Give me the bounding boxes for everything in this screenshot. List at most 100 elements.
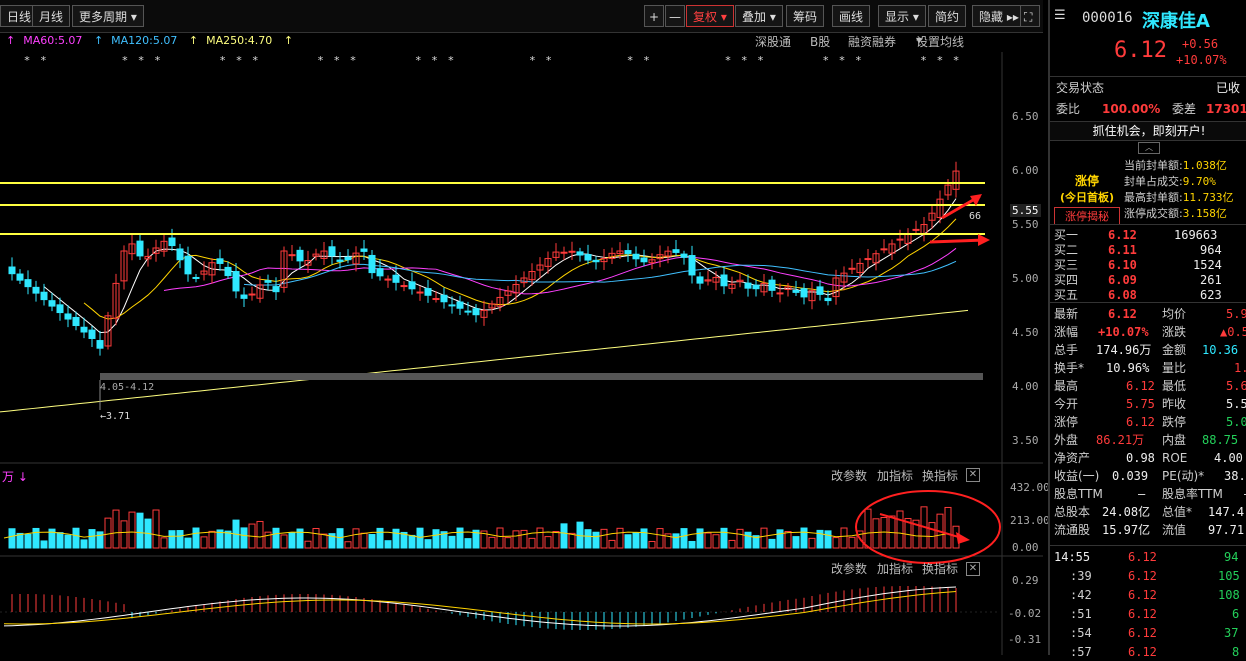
dea-line [3,591,957,625]
limit-up-stat-row: 封单占成交:9.70% [1124,174,1233,190]
candle-body [744,282,752,289]
limit-up-stat-row: 当前封单额:1.038亿 [1124,158,1233,174]
volume-bar [352,528,360,549]
kline-chart[interactable]: * * * * * * * * * * * * * * * * * * * * * * * * * * * [0,0,1046,655]
volume-bar [288,532,296,549]
signal-star: * [742,54,748,67]
candle-body [824,297,832,302]
stats-row: 最高 6.12 最低 5.6 [1054,377,1246,395]
tick-volume: 94 [1224,550,1239,564]
volume-bar [872,518,880,549]
volume-bar [616,527,624,549]
bid-label: 买五 [1054,288,1079,302]
limit-up-stat-label: 最高封单额: [1124,191,1183,204]
stat-value: 0.039 [1112,469,1149,483]
stats-row: 净资产 0.98 ROE 4.00 [1054,449,1246,467]
signal-star: * [236,54,242,67]
candle-body [240,294,248,299]
volume-bar [160,537,168,549]
tick-time: :51 [1070,607,1092,621]
candle-body [464,310,472,313]
volume-edit-params-button[interactable]: 改参数 [831,467,867,484]
candle-body [56,304,64,314]
stat-value: 5.9 [1226,307,1246,321]
candle-body [720,274,728,287]
macd-switch-indicator-button[interactable]: 换指标 [922,560,958,577]
stat-value: 147.4 [1208,505,1245,519]
order-book-row[interactable]: 买五 6.08 623 [1054,286,1246,304]
volume-bar [512,530,520,549]
volume-bar [672,533,680,549]
limit-up-reveal-link[interactable]: 涨停揭秘 [1054,207,1120,225]
volume-switch-indicator-button[interactable]: 换指标 [922,467,958,484]
volume-bar [192,527,200,549]
volume-bar [304,540,312,549]
volume-bar [560,523,568,549]
volume-bar [432,529,440,549]
list-icon[interactable]: ☰ [1054,8,1066,23]
volume-add-indicator-button[interactable]: 加指标 [877,467,913,484]
volume-bar [360,532,368,549]
tick-row: :51 6.12 6 [1054,605,1246,623]
volume-bar [648,540,656,549]
volume-bar [392,528,400,549]
volume-bar [272,527,280,549]
red-circle [855,490,1001,564]
candle-body [24,279,32,288]
stat-label: 总手 [1054,343,1079,357]
macd-edit-params-button[interactable]: 改参数 [831,560,867,577]
candle-body [344,256,352,261]
stat-value: 15.97亿 [1102,523,1151,537]
volume-bar [128,511,136,549]
volume-bar [200,536,208,549]
candle-body [248,293,256,296]
volume-bar [320,533,328,549]
volume-bar [184,537,192,549]
stat-label: 流值 [1162,523,1187,537]
volume-bar [336,528,344,549]
candle-body [368,254,376,274]
close-icon[interactable]: ✕ [966,468,980,482]
volume-bar [656,528,664,549]
volume-bar [456,527,464,549]
volume-bar [704,532,712,549]
volume-bar [112,509,120,549]
open-account-banner[interactable]: 抓住机会，即刻开户! [1050,121,1246,141]
macd-add-indicator-button[interactable]: 加指标 [877,560,913,577]
candle-body [584,254,592,261]
tick-time: :54 [1070,626,1092,640]
close-icon[interactable]: ✕ [966,562,980,576]
stat-value: 6.12 [1108,307,1137,321]
signal-star: * [839,54,845,67]
stat-label: ROE [1162,451,1188,465]
candle-body [448,304,456,307]
price-change-pct: +10.07% [1176,53,1227,67]
volume-bar [24,533,32,549]
candle-body [864,258,872,261]
collapse-icon[interactable]: ︿ [1138,142,1160,154]
bid-label: 买一 [1054,228,1079,242]
signal-star: * [546,54,552,67]
limit-up-stats: 当前封单额:1.038亿 封单占成交:9.70% 最高封单额:11.733亿 涨… [1124,158,1233,222]
candle-body [816,286,824,295]
price-tick: 4.50 [1012,326,1039,339]
volume-bar [152,509,160,549]
volume-bar [712,534,720,549]
candle-body [176,248,184,261]
stat-label: 收益(一) [1054,469,1100,483]
candle-body [96,340,104,349]
volume-bar [776,529,784,549]
candle-body [776,292,784,295]
low-range-label: 4.05-4.12 [100,382,155,393]
signal-star: * [220,54,226,67]
candle-body [216,258,224,264]
signal-star: * [41,54,47,67]
volume-bar [168,530,176,549]
volume-bar [312,528,320,549]
stats-row: 总手 174.96万 金额 10.36 [1054,341,1246,359]
volume-bar [696,528,704,549]
volume-bar [768,538,776,549]
weicha-value: 17301 [1206,102,1246,116]
signal-star: * [432,54,438,67]
webi-value: 100.00% [1102,102,1161,116]
